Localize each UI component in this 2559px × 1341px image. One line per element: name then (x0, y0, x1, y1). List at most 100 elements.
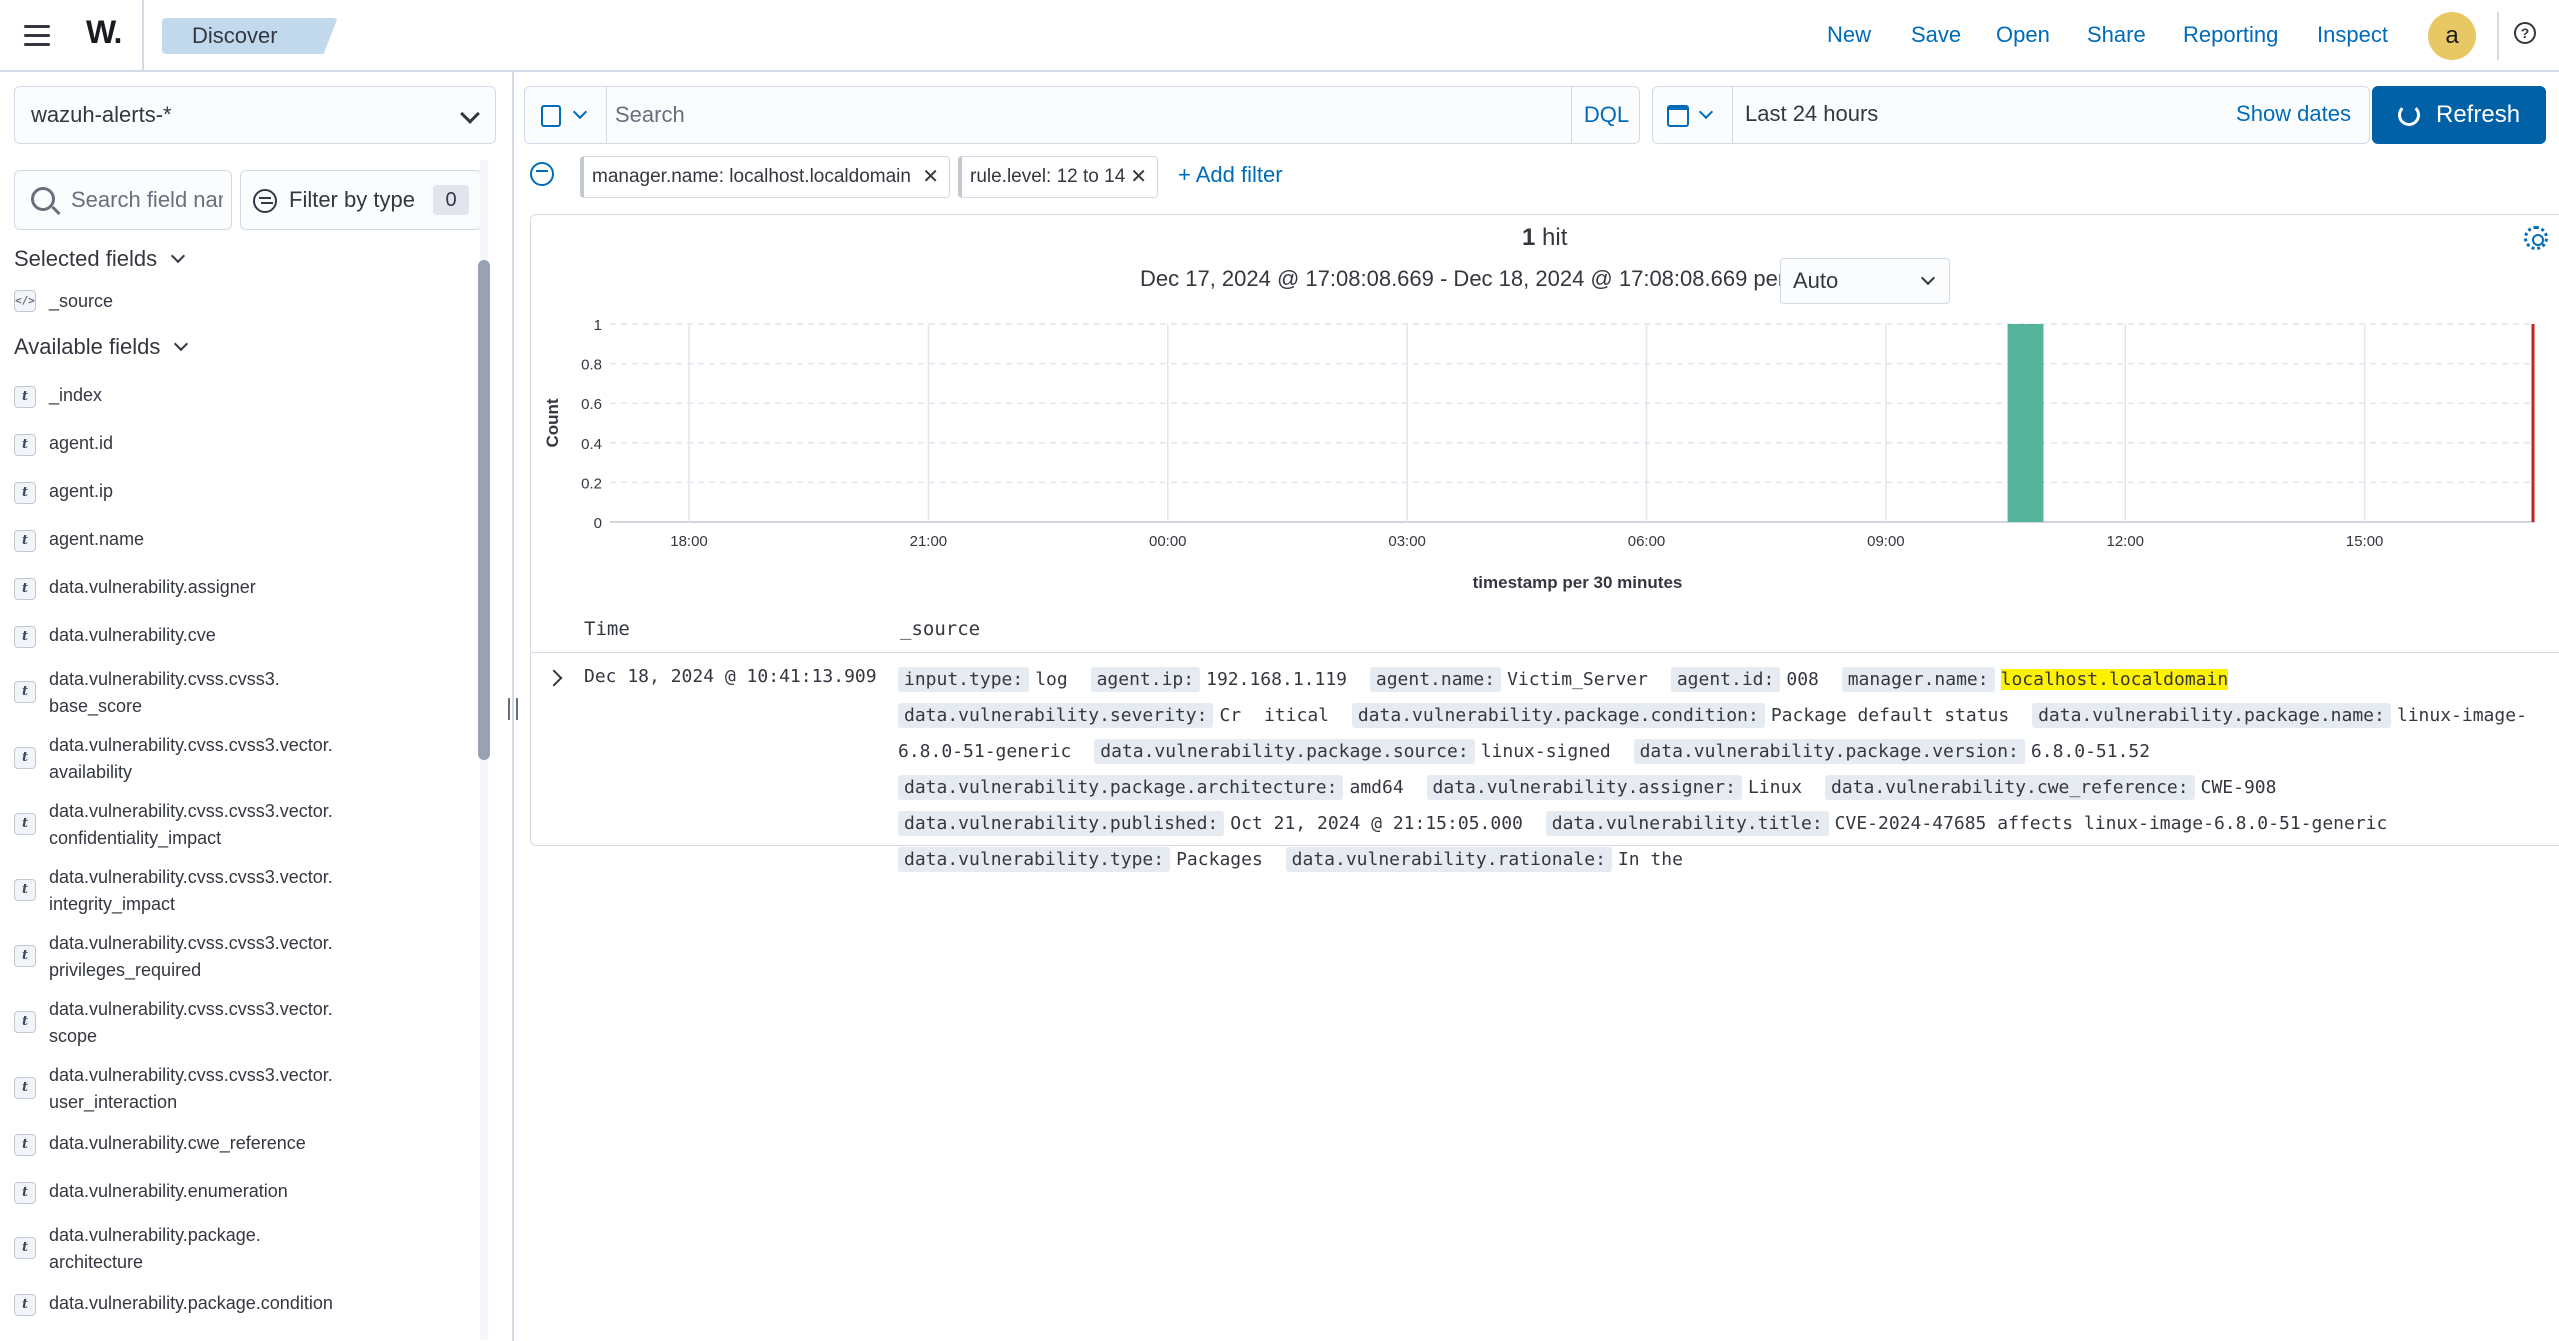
selected-fields-toggle[interactable]: Selected fields (14, 246, 186, 272)
filter-by-type-button[interactable]: Filter by type 0 (240, 170, 482, 230)
wazuh-logo[interactable]: W. (86, 14, 122, 51)
show-dates-link[interactable]: Show dates (2236, 101, 2351, 127)
refresh-button[interactable]: Refresh (2372, 86, 2546, 144)
field-label-continued: confidentiality_impact (49, 828, 222, 848)
source-field-key: input.type: (898, 667, 1030, 692)
search-input[interactable] (615, 99, 1495, 131)
index-pattern-picker[interactable]: wazuh-alerts-* (14, 86, 496, 144)
string-type-icon: t (14, 813, 36, 835)
column-header-source[interactable]: _source (900, 618, 980, 640)
field-label: agent.id (49, 433, 114, 453)
dql-toggle-button[interactable]: DQL (1571, 87, 1641, 143)
gear-icon[interactable] (2524, 226, 2548, 250)
date-picker: Last 24 hours Show dates (1652, 86, 2370, 144)
source-field-key: data.vulnerability.severity: (898, 703, 1214, 728)
y-tick-label: 1 (594, 317, 602, 334)
string-type-icon: t (14, 747, 36, 769)
date-range-text[interactable]: Last 24 hours (1745, 101, 1878, 127)
filter-pill-manager[interactable]: manager.name: localhost.localdomain ✕ (580, 156, 950, 198)
index-pattern-label: wazuh-alerts-* (31, 102, 172, 127)
save-icon (541, 105, 561, 127)
field-search-box[interactable] (14, 170, 232, 230)
source-field-value: linux-signed (1480, 741, 1611, 762)
source-field-value: CWE-908 (2200, 777, 2277, 798)
field-label-continued: availability (49, 762, 133, 782)
menu-icon[interactable] (20, 20, 54, 52)
interval-text: Dec 17, 2024 @ 17:08:08.669 - Dec 18, 20… (1140, 266, 1786, 291)
field-search-input[interactable] (71, 185, 223, 215)
open-link[interactable]: Open (1996, 20, 2050, 50)
resize-handle[interactable] (508, 698, 518, 720)
source-field-value: Cr (1219, 705, 1242, 726)
inspect-link[interactable]: Inspect (2317, 20, 2388, 50)
string-type-icon: t (14, 681, 36, 703)
quick-select-button[interactable] (1653, 87, 1733, 143)
save-link[interactable]: Save (1911, 20, 1961, 50)
string-type-icon: t (14, 1077, 36, 1099)
source-field-value: localhost.localdomain (2000, 669, 2229, 690)
y-tick-label: 0 (594, 515, 602, 532)
chevron-down-icon (1698, 104, 1714, 120)
hits-word: hit (1542, 224, 1568, 251)
source-field-value: 6.8.0-51.52 (2030, 741, 2151, 762)
field-label: data.vulnerability.cvss.cvss3.vector. (49, 999, 333, 1019)
field-label: data.vulnerability.enumeration (49, 1181, 288, 1201)
source-field-key: data.vulnerability.package.name: (2032, 703, 2391, 728)
field-label-continued: integrity_impact (49, 894, 176, 914)
source-field-value: itical (1263, 705, 1329, 726)
interval-select[interactable]: Auto (1780, 258, 1950, 304)
add-filter-link[interactable]: + Add filter (1178, 162, 1283, 188)
string-type-icon: t (14, 578, 36, 600)
saved-query-button[interactable] (525, 87, 607, 143)
source-field-value: Victim_Server (1507, 669, 1648, 690)
source-field-value: Linux (1747, 777, 1803, 798)
string-type-icon: t (14, 1182, 36, 1204)
chevron-down-icon (174, 336, 189, 352)
close-icon[interactable]: ✕ (922, 157, 939, 197)
source-field-key: agent.id: (1670, 667, 1781, 692)
source-field-key: data.vulnerability.type: (898, 847, 1171, 872)
source-field-key: data.vulnerability.package.architecture: (898, 775, 1344, 800)
reporting-link[interactable]: Reporting (2183, 20, 2278, 50)
histogram-chart: 0 0.2 0.4 0.6 0.8 1 18:00 21:00 00:00 03:00 06:00 0… (543, 317, 2535, 592)
source-field-value: Oct 21, 2024 @ 21:15:05.000 (1230, 813, 1523, 834)
source-field-value: log (1035, 669, 1068, 690)
source-field-value: Packages (1176, 849, 1263, 870)
field-label: data.vulnerability.cvss.cvss3.vector. (49, 933, 333, 953)
y-tick-label: 0.4 (581, 436, 602, 453)
search-icon (31, 187, 55, 211)
help-icon[interactable]: ? (2514, 22, 2536, 44)
filter-pill-label: rule.level: 12 to 14 (970, 166, 1126, 187)
column-header-time[interactable]: Time (584, 618, 630, 640)
field-label: data.vulnerability.package. (49, 1225, 261, 1245)
chevron-down-icon (572, 104, 588, 120)
source-field-key: data.vulnerability.published: (898, 811, 1225, 836)
field-label: data.vulnerability.assigner (49, 577, 256, 597)
available-fields-toggle[interactable]: Available fields (14, 334, 189, 360)
field-label-continued: user_interaction (49, 1092, 178, 1112)
breadcrumb-discover[interactable]: Discover (162, 18, 338, 54)
chevron-down-icon (460, 104, 480, 124)
string-type-icon: t (14, 530, 36, 552)
row-timestamp: Dec 18, 2024 @ 10:41:13.909 (584, 666, 877, 687)
filter-pill-rule-level[interactable]: rule.level: 12 to 14 ✕ (958, 156, 1158, 198)
refresh-label: Refresh (2436, 101, 2521, 128)
new-link[interactable]: New (1827, 20, 1871, 50)
string-type-icon: t (14, 1011, 36, 1033)
field-label: data.vulnerability.cvss.cvss3.vector. (49, 867, 333, 887)
share-link[interactable]: Share (2087, 20, 2146, 50)
y-axis-title: Count (543, 398, 562, 447)
close-icon[interactable]: ✕ (1130, 157, 1147, 197)
y-tick-label: 0.6 (581, 396, 602, 413)
avatar[interactable]: a (2428, 12, 2476, 60)
string-type-icon: t (14, 434, 36, 456)
source-field-key: data.vulnerability.title: (1545, 811, 1829, 836)
source-field-value: 008 (1786, 669, 1819, 690)
sidebar-scrollbar[interactable] (478, 260, 490, 760)
field-label: data.vulnerability.cvss.cvss3.vector. (49, 801, 333, 821)
source-field-key: data.vulnerability.assigner: (1426, 775, 1742, 800)
selected-fields-title: Selected fields (14, 246, 158, 271)
string-type-icon: t (14, 482, 36, 504)
filter-menu-icon[interactable] (530, 162, 554, 186)
source-field-value: CVE-2024-47685 affects linux-image-6.8.0… (1834, 813, 2388, 834)
